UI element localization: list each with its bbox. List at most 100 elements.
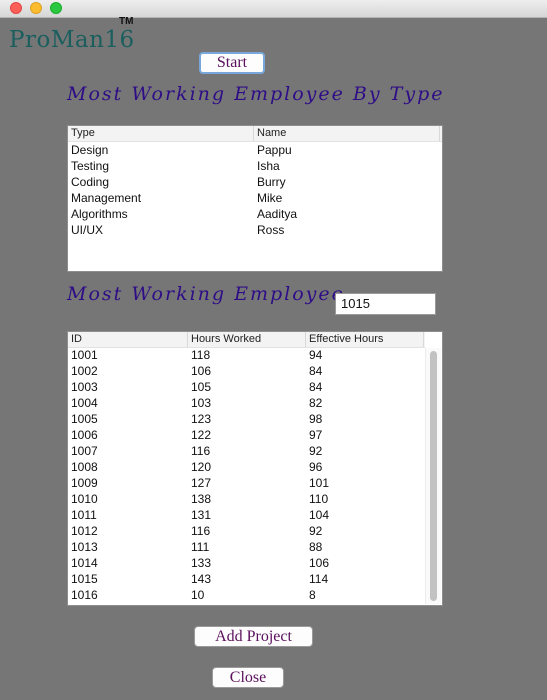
table-cell: 118 — [191, 348, 211, 362]
column-header-effective-hours[interactable]: Effective Hours — [306, 332, 424, 347]
table-cell: Burry — [257, 175, 286, 189]
table-cell: 101 — [309, 476, 330, 490]
column-header-type[interactable]: Type — [68, 126, 254, 141]
table-cell: 133 — [191, 556, 212, 570]
table-cell: 111 — [191, 540, 210, 554]
table-cell: 84 — [309, 380, 323, 394]
employee-table-scrollbar[interactable] — [425, 348, 441, 604]
table-cell: 1003 — [71, 380, 98, 394]
app-window: ProMan16 TM Start Most Working Employee … — [0, 0, 547, 700]
column-header-id[interactable]: ID — [68, 332, 188, 347]
close-window-icon[interactable] — [10, 2, 22, 14]
employee-table-header: ID Hours Worked Effective Hours — [68, 332, 425, 348]
table-cell: 131 — [191, 508, 212, 522]
table-row[interactable]: 1009 127 101 — [68, 475, 442, 491]
most-working-employee-field[interactable]: 1015 — [335, 293, 436, 315]
table-row[interactable]: 1013 111 88 — [68, 539, 442, 555]
type-table[interactable]: Type Name Design Pappu Testing Isha Coding Bu… — [67, 125, 443, 272]
column-header-name[interactable]: Name — [254, 126, 440, 141]
table-cell: Pappu — [257, 143, 292, 157]
table-cell: 123 — [191, 412, 212, 426]
table-cell: 94 — [309, 348, 323, 362]
table-cell: 10 — [191, 588, 205, 602]
table-cell: 1009 — [71, 476, 98, 490]
table-cell: 92 — [309, 524, 323, 538]
table-row[interactable]: 1003 105 84 — [68, 379, 442, 395]
table-cell: 1010 — [71, 492, 98, 506]
table-cell: Design — [71, 143, 109, 157]
table-row[interactable]: 1001 118 94 — [68, 347, 442, 363]
table-row[interactable]: 1008 120 96 — [68, 459, 442, 475]
table-cell: 1013 — [71, 540, 98, 554]
table-cell: 88 — [309, 540, 323, 554]
column-header-hours-worked[interactable]: Hours Worked — [188, 332, 306, 347]
table-row[interactable]: Management Mike — [68, 190, 442, 206]
table-row[interactable]: 1005 123 98 — [68, 411, 442, 427]
table-cell: 127 — [191, 476, 212, 490]
table-row[interactable]: 1010 138 110 — [68, 491, 442, 507]
table-cell: 116 — [191, 524, 211, 538]
table-row[interactable]: Testing Isha — [68, 158, 442, 174]
table-cell: Ross — [257, 223, 285, 237]
table-cell: 1011 — [71, 508, 97, 522]
maximize-window-icon[interactable] — [50, 2, 62, 14]
table-cell: 106 — [309, 556, 330, 570]
table-cell: 97 — [309, 428, 323, 442]
table-row[interactable]: 1015 143 114 — [68, 571, 442, 587]
table-row[interactable]: Algorithms Aaditya — [68, 206, 442, 222]
table-cell: Testing — [71, 159, 110, 173]
add-project-button[interactable]: Add Project — [194, 626, 313, 647]
table-cell: Algorithms — [71, 207, 128, 221]
table-row[interactable]: 1002 106 84 — [68, 363, 442, 379]
table-cell: Mike — [257, 191, 283, 205]
table-cell: 1015 — [71, 572, 98, 586]
table-cell: 1016 — [71, 588, 98, 602]
table-row[interactable]: 1007 116 92 — [68, 443, 442, 459]
table-row[interactable]: 1012 116 92 — [68, 523, 442, 539]
table-cell: 1004 — [71, 396, 98, 410]
table-cell: 122 — [191, 428, 212, 442]
table-cell: 103 — [191, 396, 212, 410]
trademark-mark: TM — [119, 16, 134, 27]
table-cell: Management — [71, 191, 142, 205]
close-button[interactable]: Close — [212, 667, 284, 688]
table-cell: 120 — [191, 460, 212, 474]
table-cell: 1006 — [71, 428, 98, 442]
table-cell: 98 — [309, 412, 323, 426]
table-cell: 1002 — [71, 364, 98, 378]
table-cell: 82 — [309, 396, 323, 410]
scrollbar-thumb[interactable] — [430, 351, 437, 601]
table-cell: 1001 — [71, 348, 98, 362]
table-row[interactable]: 1016 10 8 — [68, 587, 442, 603]
table-cell: Coding — [71, 175, 110, 189]
table-cell: 96 — [309, 460, 323, 474]
table-row[interactable]: Design Pappu — [68, 142, 442, 158]
table-row[interactable]: 1011 131 104 — [68, 507, 442, 523]
type-table-header: Type Name — [68, 126, 442, 142]
table-cell: 104 — [309, 508, 330, 522]
table-cell: 1014 — [71, 556, 98, 570]
window-titlebar — [0, 0, 547, 18]
table-cell: 143 — [191, 572, 212, 586]
table-cell: Aaditya — [257, 207, 298, 221]
table-cell: 92 — [309, 444, 323, 458]
table-cell: 116 — [191, 444, 211, 458]
minimize-window-icon[interactable] — [30, 2, 42, 14]
table-cell: 106 — [191, 364, 212, 378]
table-row[interactable]: 1004 103 82 — [68, 395, 442, 411]
table-cell: UI/UX — [71, 223, 104, 237]
table-row[interactable]: 1006 122 97 — [68, 427, 442, 443]
app-logo: ProMan16 — [9, 27, 135, 53]
table-row[interactable]: UI/UX Ross — [68, 222, 442, 238]
table-cell: 1007 — [71, 444, 98, 458]
table-cell: 1005 — [71, 412, 98, 426]
table-row[interactable]: 1014 133 106 — [68, 555, 442, 571]
employee-table[interactable]: ID Hours Worked Effective Hours 1001 118 9… — [67, 331, 443, 606]
start-button[interactable]: Start — [199, 52, 265, 74]
table-cell: 105 — [191, 380, 212, 394]
table-cell: 138 — [191, 492, 212, 506]
table-cell: 8 — [309, 588, 316, 602]
table-row[interactable]: Coding Burry — [68, 174, 442, 190]
type-section-heading: Most Working Employee By Type — [67, 83, 445, 105]
employee-section-heading: Most Working Employee — [67, 283, 345, 305]
